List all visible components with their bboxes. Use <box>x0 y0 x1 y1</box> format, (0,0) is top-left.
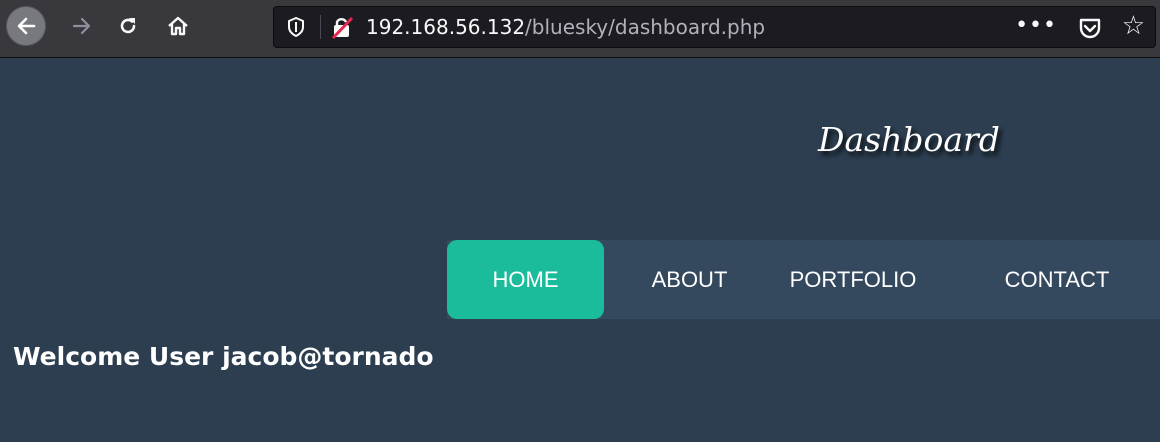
pocket-icon[interactable] <box>1077 15 1103 41</box>
back-button[interactable] <box>6 6 46 46</box>
reload-icon <box>120 18 136 34</box>
browser-toolbar: 192.168.56.132/bluesky/dashboard.php •••… <box>0 0 1160 58</box>
page-title: Dashboard <box>818 120 1000 159</box>
nav-menu: HOME ABOUT PORTFOLIO CONTACT <box>447 240 1160 319</box>
welcome-message: Welcome User jacob@tornado <box>13 342 434 371</box>
forward-arrow-icon <box>72 17 91 35</box>
page-content: Dashboard HOME ABOUT PORTFOLIO CONTACT W… <box>0 58 1160 442</box>
insecure-lock-icon[interactable] <box>330 15 354 40</box>
url-path: /bluesky/dashboard.php <box>525 15 766 39</box>
address-bar[interactable]: 192.168.56.132/bluesky/dashboard.php •••… <box>273 6 1156 48</box>
home-icon <box>168 16 188 36</box>
url-separator <box>320 15 321 39</box>
home-button[interactable] <box>158 6 198 46</box>
menu-item-about[interactable]: ABOUT <box>627 240 752 319</box>
url-text[interactable]: 192.168.56.132/bluesky/dashboard.php <box>366 15 765 39</box>
menu-item-contact[interactable]: CONTACT <box>977 240 1137 319</box>
bookmark-star-icon[interactable]: ☆ <box>1122 13 1145 39</box>
url-host: 192.168.56.132 <box>366 15 526 39</box>
menu-item-home[interactable]: HOME <box>447 240 604 319</box>
menu-item-portfolio[interactable]: PORTFOLIO <box>767 240 939 319</box>
back-arrow-icon <box>7 7 45 45</box>
forward-button[interactable] <box>62 6 102 46</box>
page-actions-more-icon[interactable]: ••• <box>1015 13 1057 38</box>
tracking-protection-shield-icon[interactable] <box>284 15 308 39</box>
reload-button[interactable] <box>108 6 148 46</box>
